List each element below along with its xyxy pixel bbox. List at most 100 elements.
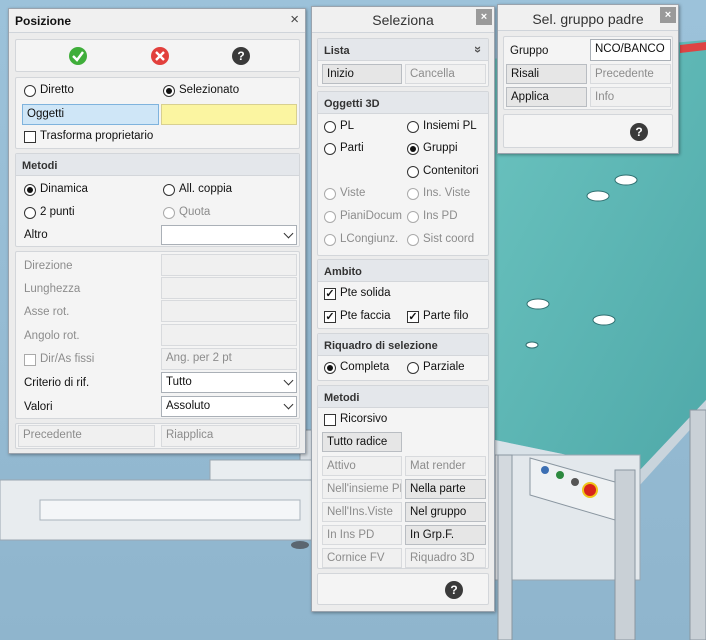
risali-button[interactable]: Risali: [506, 64, 587, 84]
insiemi-pl-label[interactable]: Insiemi PL: [423, 120, 477, 132]
trasforma-label[interactable]: Trasforma proprietario: [40, 130, 153, 142]
ins-pd-label: Ins PD: [423, 210, 458, 222]
lcongiunz-label: LCongiunz.: [340, 233, 399, 245]
valori-select[interactable]: Assoluto: [161, 396, 297, 417]
lcongiunz-radio: [324, 234, 336, 246]
seleziona-titlebar[interactable]: Seleziona ×: [312, 7, 494, 33]
double-chevron-icon[interactable]: »: [471, 46, 486, 53]
close-icon[interactable]: ×: [290, 11, 299, 28]
piani-docum-label: PianiDocum: [340, 210, 402, 222]
contenitori-label[interactable]: Contenitori: [423, 165, 479, 177]
precedente-button: Precedente: [18, 425, 155, 447]
inizio-button[interactable]: Inizio: [322, 64, 402, 84]
ricorsivo-label[interactable]: Ricorsivo: [340, 413, 387, 425]
angolo-rot-field: [161, 324, 297, 346]
trasforma-checkbox[interactable]: [24, 131, 36, 143]
parti-label[interactable]: Parti: [340, 142, 364, 154]
parte-filo-label[interactable]: Parte filo: [423, 310, 468, 322]
help-icon[interactable]: ?: [630, 123, 648, 141]
completa-label[interactable]: Completa: [340, 361, 389, 373]
diretto-radio[interactable]: [24, 85, 36, 97]
pte-faccia-checkbox[interactable]: ✓: [324, 311, 336, 323]
pl-radio[interactable]: [324, 121, 336, 133]
due-punti-radio[interactable]: [24, 207, 36, 219]
altro-select[interactable]: [161, 225, 297, 245]
insiemi-pl-radio[interactable]: [407, 121, 419, 133]
gruppo-value-field[interactable]: NCO/BANCO: [590, 39, 671, 61]
selezionato-radio[interactable]: [163, 85, 175, 97]
quota-label: Quota: [179, 206, 211, 218]
riquadro-3d-button: Riquadro 3D: [405, 548, 486, 568]
nell-ins-viste-button: Nell'Ins.Viste: [322, 502, 402, 522]
chevron-down-icon: [283, 228, 294, 239]
ricorsivo-checkbox[interactable]: [324, 414, 336, 426]
angolo-rot-label: Angolo rot.: [24, 330, 80, 342]
asse-rot-label: Asse rot.: [24, 306, 70, 318]
parziale-label[interactable]: Parziale: [423, 361, 465, 373]
viste-label: Viste: [340, 187, 366, 199]
applica-button[interactable]: Applica: [506, 87, 587, 107]
viste-radio: [324, 188, 336, 200]
cancel-icon[interactable]: [150, 46, 170, 66]
help-icon[interactable]: ?: [232, 47, 250, 65]
parti-radio[interactable]: [324, 143, 336, 155]
confirm-icon[interactable]: [68, 46, 88, 66]
ang-per-2pt-button: Ang. per 2 pt: [161, 348, 297, 370]
tutto-radice-button[interactable]: Tutto radice: [322, 432, 402, 452]
pte-faccia-label[interactable]: Pte faccia: [340, 310, 391, 322]
nella-parte-button[interactable]: Nella parte: [405, 479, 486, 499]
posizione-action-row: ?: [15, 39, 300, 72]
gruppo-padre-help-row: ?: [503, 114, 673, 148]
sist-coord-label: Sist coord: [423, 233, 475, 245]
close-icon[interactable]: ×: [660, 7, 676, 23]
chevron-down-icon: [283, 375, 294, 386]
all-coppia-label[interactable]: All. coppia: [179, 183, 232, 195]
lunghezza-field: [161, 277, 297, 299]
lunghezza-label: Lunghezza: [24, 283, 81, 295]
criterio-select[interactable]: Tutto: [161, 372, 297, 393]
due-punti-label[interactable]: 2 punti: [40, 206, 75, 218]
all-coppia-radio[interactable]: [163, 184, 175, 196]
cancella-button: Cancella: [405, 64, 486, 84]
riapplica-button: Riapplica: [161, 425, 297, 447]
asse-rot-field: [161, 300, 297, 322]
dinamica-label[interactable]: Dinamica: [40, 183, 88, 195]
pl-label[interactable]: PL: [340, 120, 354, 132]
seleziona-metodi-group: Metodi Ricorsivo Tutto radice Attivo Mat…: [317, 385, 489, 569]
close-icon[interactable]: ×: [476, 9, 492, 25]
help-icon[interactable]: ?: [445, 581, 463, 599]
criterio-value: Tutto: [166, 376, 192, 388]
parte-filo-checkbox[interactable]: ✓: [407, 311, 419, 323]
in-grp-f-button[interactable]: In Grp.F.: [405, 525, 486, 545]
gruppi-radio[interactable]: [407, 143, 419, 155]
riquadro-group: Riquadro di selezione Completa Parziale: [317, 333, 489, 381]
dir-as-fissi-checkbox: [24, 354, 36, 366]
nel-gruppo-button[interactable]: Nel gruppo: [405, 502, 486, 522]
selezionato-label[interactable]: Selezionato: [179, 84, 239, 96]
gruppo-padre-titlebar[interactable]: Sel. gruppo padre ×: [498, 5, 678, 31]
diretto-label[interactable]: Diretto: [40, 84, 74, 96]
seleziona-title: Seleziona: [372, 12, 434, 28]
pte-solida-label[interactable]: Pte solida: [340, 287, 391, 299]
contenitori-radio[interactable]: [407, 166, 419, 178]
pte-solida-checkbox[interactable]: ✓: [324, 288, 336, 300]
ambito-header: Ambito: [318, 260, 488, 282]
posizione-selection-group: Diretto Selezionato Oggetti Trasforma pr…: [15, 77, 300, 149]
dir-as-fissi-label: Dir/As fissi: [40, 353, 95, 365]
altro-label: Altro: [24, 229, 48, 241]
chevron-down-icon: [283, 399, 294, 410]
direzione-field: [161, 254, 297, 276]
dinamica-radio[interactable]: [24, 184, 36, 196]
valori-label: Valori: [24, 401, 53, 413]
lista-header: Lista: [318, 39, 488, 61]
gruppi-label[interactable]: Gruppi: [423, 142, 458, 154]
parziale-radio[interactable]: [407, 362, 419, 374]
posizione-fields-group: Direzione Lunghezza Asse rot. Angolo rot…: [15, 251, 300, 419]
oggetti-value-field[interactable]: [161, 104, 297, 125]
mat-render-button: Mat render: [405, 456, 486, 476]
completa-radio[interactable]: [324, 362, 336, 374]
posizione-title: Posizione: [15, 14, 72, 28]
oggetti-field[interactable]: Oggetti: [22, 104, 159, 125]
posizione-titlebar[interactable]: Posizione ×: [9, 9, 305, 33]
posizione-metodi-group: Metodi Dinamica All. coppia 2 punti Quot…: [15, 153, 300, 247]
